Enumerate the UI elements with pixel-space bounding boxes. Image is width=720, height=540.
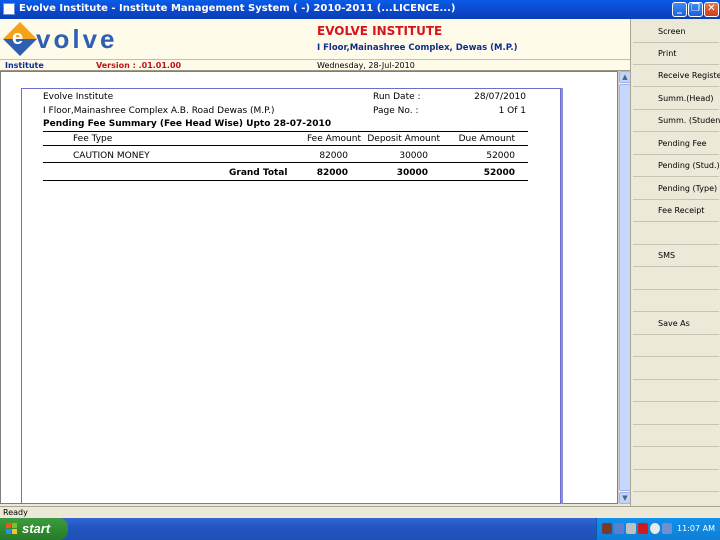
toolbar-pending-stud-button[interactable]: Pending (Stud.) bbox=[633, 155, 720, 177]
current-date: Wednesday, 28-Jul-2010 bbox=[317, 61, 415, 70]
vertical-scrollbar[interactable]: ▲ ▼ bbox=[618, 71, 631, 504]
column-due-amount: Due Amount bbox=[458, 134, 515, 144]
taskbar: start 11:07 AM bbox=[0, 518, 720, 540]
row-fee-amount: 82000 bbox=[319, 151, 348, 161]
report-toolbar: Screen Print Receive Register Summ.(Head… bbox=[630, 19, 720, 506]
logo-word: volve bbox=[36, 24, 118, 54]
report-viewer[interactable]: Evolve Institute Run Date : 28/07/2010 I… bbox=[0, 71, 618, 504]
toolbar-empty-slot bbox=[633, 335, 719, 357]
total-bottom-rule bbox=[43, 180, 528, 181]
windows-flag-icon bbox=[6, 523, 18, 535]
toolbar-empty-slot bbox=[633, 358, 719, 380]
tray-app-icon[interactable] bbox=[662, 523, 672, 534]
status-text: Ready bbox=[3, 508, 28, 517]
toolbar-fee-receipt-button[interactable]: Fee Receipt bbox=[633, 200, 719, 222]
page-shadow bbox=[561, 88, 563, 504]
toolbar-empty-slot bbox=[633, 470, 719, 492]
institute-address: I Floor,Mainashree Complex, Dewas (M.P.) bbox=[317, 43, 518, 53]
institute-name: EVOLVE INSTITUTE bbox=[317, 24, 443, 38]
total-fee-amount: 82000 bbox=[316, 168, 348, 178]
minimize-button[interactable]: _ bbox=[672, 2, 687, 17]
header-banner: e volve EVOLVE INSTITUTE I Floor,Mainash… bbox=[0, 19, 630, 60]
header-top-rule bbox=[43, 131, 528, 132]
start-label: start bbox=[22, 521, 51, 536]
logo-letter: e bbox=[12, 27, 24, 49]
toolbar-pending-type-button[interactable]: Pending (Type) bbox=[633, 178, 719, 200]
window-title-bar[interactable]: Evolve Institute - Institute Management … bbox=[0, 0, 720, 19]
toolbar-receive-register-button[interactable]: Receive Register bbox=[633, 65, 720, 87]
toolbar-empty-button[interactable] bbox=[633, 290, 719, 312]
status-bar: Ready bbox=[0, 506, 720, 518]
tray-app-icon[interactable] bbox=[626, 523, 636, 534]
column-deposit-amount: Deposit Amount bbox=[367, 134, 440, 144]
toolbar-save-as-button[interactable]: Save As bbox=[633, 313, 719, 335]
volume-icon[interactable] bbox=[650, 523, 660, 534]
toolbar-empty-slot bbox=[633, 380, 719, 402]
taskbar-clock[interactable]: 11:07 AM bbox=[677, 524, 715, 533]
window-title: Evolve Institute - Institute Management … bbox=[19, 3, 456, 14]
row-deposit-amount: 30000 bbox=[399, 151, 428, 161]
toolbar-screen-button[interactable]: Screen bbox=[633, 21, 719, 43]
toolbar-pending-fee-button[interactable]: Pending Fee bbox=[633, 133, 719, 155]
toolbar-empty-slot bbox=[633, 403, 719, 425]
toolbar-summ-student-button[interactable]: Summ. (Student) bbox=[633, 110, 720, 132]
info-bar: Institute Version : .01.01.00 Wednesday,… bbox=[0, 60, 630, 71]
system-tray: 11:07 AM bbox=[596, 518, 720, 540]
toolbar-empty-button[interactable] bbox=[633, 268, 719, 290]
report-page: Evolve Institute Run Date : 28/07/2010 I… bbox=[21, 88, 561, 504]
toolbar-empty-slot bbox=[633, 448, 719, 470]
restore-button[interactable]: ❐ bbox=[688, 2, 703, 17]
grand-total-label: Grand Total bbox=[229, 168, 288, 178]
toolbar-sms-button[interactable]: SMS bbox=[633, 245, 719, 267]
row-fee-type: CAUTION MONEY bbox=[73, 151, 150, 161]
version-label: Version : .01.01.00 bbox=[96, 61, 182, 70]
institute-label: Institute bbox=[5, 61, 44, 70]
page-no-value: 1 Of 1 bbox=[498, 106, 526, 116]
total-top-rule bbox=[43, 162, 528, 163]
evolve-logo: e volve bbox=[3, 22, 146, 57]
toolbar-summ-head-button[interactable]: Summ.(Head) bbox=[633, 88, 719, 110]
toolbar-print-button[interactable]: Print bbox=[633, 43, 719, 65]
report-heading: Pending Fee Summary (Fee Head Wise) Upto… bbox=[43, 119, 332, 129]
antivirus-icon[interactable] bbox=[638, 523, 648, 534]
close-button[interactable]: ✕ bbox=[704, 2, 719, 17]
toolbar-empty-slot bbox=[633, 425, 719, 447]
total-due-amount: 52000 bbox=[483, 168, 515, 178]
report-institute: Evolve Institute bbox=[43, 92, 114, 102]
total-deposit-amount: 30000 bbox=[396, 168, 428, 178]
header-bottom-rule bbox=[43, 145, 528, 146]
toolbar-empty-button[interactable] bbox=[633, 223, 719, 245]
tray-app-icon[interactable] bbox=[602, 523, 612, 534]
run-date-value: 28/07/2010 bbox=[474, 92, 526, 102]
row-due-amount: 52000 bbox=[486, 151, 515, 161]
app-window-icon[interactable] bbox=[3, 3, 15, 15]
start-button[interactable]: start bbox=[0, 518, 68, 540]
network-icon[interactable] bbox=[614, 523, 624, 534]
column-fee-type: Fee Type bbox=[73, 134, 113, 144]
column-fee-amount: Fee Amount bbox=[307, 134, 361, 144]
run-date-label: Run Date : bbox=[373, 92, 421, 102]
page-no-label: Page No. : bbox=[373, 106, 419, 116]
report-address: I Floor,Mainashree Complex A.B. Road Dew… bbox=[43, 106, 275, 116]
